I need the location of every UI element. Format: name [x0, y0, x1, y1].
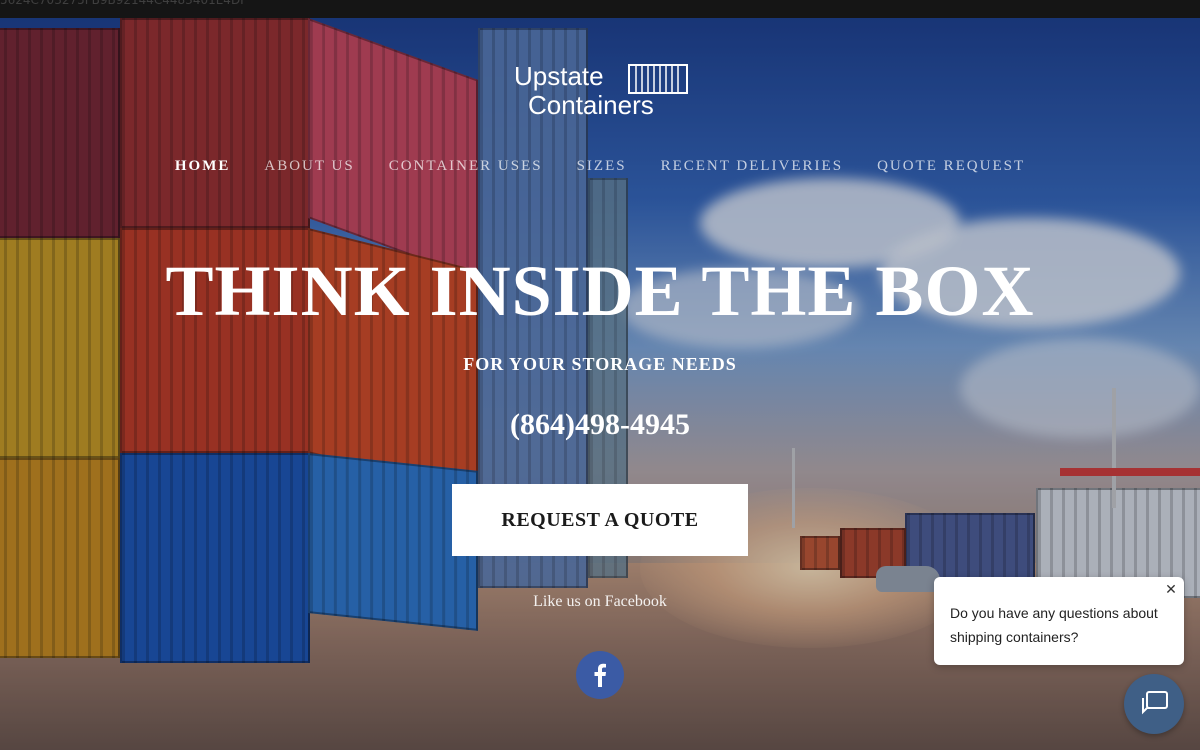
nav-recent-deliveries[interactable]: RECENT DELIVERIES — [661, 158, 843, 175]
chat-icon — [1142, 691, 1168, 715]
logo[interactable]: Upstate Containers — [514, 62, 694, 124]
facebook-icon — [594, 663, 606, 687]
chat-prompt[interactable]: Do you have any questions about shipping… — [934, 577, 1184, 665]
hero-headline: THINK INSIDE THE BOX — [165, 251, 1035, 331]
nav-sizes[interactable]: SIZES — [577, 158, 627, 175]
main-nav: HOME ABOUT US CONTAINER USES SIZES RECEN… — [0, 157, 1200, 175]
chat-launcher-button[interactable] — [1124, 674, 1184, 734]
nav-home[interactable]: HOME — [175, 158, 231, 175]
container-icon — [628, 64, 688, 94]
hero-subheadline: FOR YOUR STORAGE NEEDS — [463, 354, 737, 374]
nav-container-uses[interactable]: CONTAINER USES — [389, 158, 543, 175]
chat-message: Do you have any questions about shipping… — [950, 605, 1158, 645]
phone-number[interactable]: (864)498-4945 — [0, 408, 1200, 442]
request-quote-button[interactable]: REQUEST A QUOTE — [452, 484, 748, 556]
nav-about-us[interactable]: ABOUT US — [264, 158, 354, 175]
debug-bar-text: 5624C703275FB9B92144C4483401E4DF — [0, 0, 248, 7]
close-icon[interactable]: ✕ — [1164, 583, 1178, 597]
nav-quote-request[interactable]: QUOTE REQUEST — [877, 158, 1025, 175]
facebook-button[interactable] — [576, 651, 624, 699]
debug-bar: 5624C703275FB9B92144C4483401E4DF — [0, 0, 1200, 18]
logo-line2: Containers — [528, 90, 654, 120]
